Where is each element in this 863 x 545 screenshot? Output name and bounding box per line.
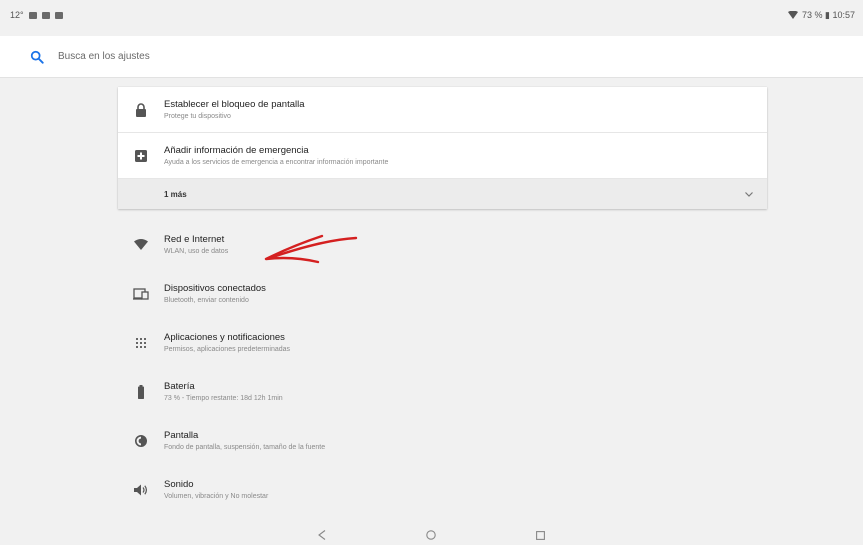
settings-item-title: Sonido — [164, 478, 194, 490]
search-icon — [30, 50, 44, 64]
suggestion-title: Añadir información de emergencia — [164, 144, 309, 156]
status-battery-time: 73 % ▮ 10:57 — [802, 9, 855, 20]
suggestion-summary: Protege tu dispositivo — [164, 112, 231, 120]
settings-item-summary: WLAN, uso de datos — [164, 247, 229, 255]
settings-item-title: Pantalla — [164, 429, 199, 441]
battery-icon — [138, 384, 144, 399]
settings-item-title: Batería — [164, 380, 195, 392]
suggestion-title: Establecer el bloqueo de pantalla — [164, 98, 305, 110]
wifi-icon — [134, 239, 148, 250]
suggestions-card: Establecer el bloqueo de pantalla Proteg… — [118, 87, 767, 209]
lock-icon — [136, 102, 146, 117]
connected-devices-icon — [133, 287, 149, 300]
settings-item-title: Red e Internet — [164, 233, 225, 245]
settings-item-summary: Volumen, vibración y No molestar — [164, 492, 269, 500]
back-icon[interactable] — [318, 530, 326, 540]
recents-icon[interactable] — [536, 530, 545, 540]
notification-icon — [41, 11, 50, 19]
settings-item-connected-devices[interactable]: Dispositivos conectados Bluetooth, envia… — [118, 269, 767, 318]
status-bar: 12° 73 % ▮ 10:57 — [0, 0, 863, 30]
chevron-down-icon — [745, 191, 753, 197]
status-bar-left: 12° — [10, 10, 63, 20]
apps-icon — [136, 337, 146, 348]
status-temperature: 12° — [10, 10, 24, 20]
notification-icon — [28, 11, 37, 19]
notification-icon — [54, 11, 63, 19]
settings-item-title: Aplicaciones y notificaciones — [164, 331, 285, 343]
settings-item-display[interactable]: Pantalla Fondo de pantalla, suspensión, … — [118, 416, 767, 465]
home-icon[interactable] — [426, 530, 436, 540]
settings-item-title: Dispositivos conectados — [164, 282, 266, 294]
sound-icon — [134, 484, 147, 495]
more-suggestions-button[interactable]: 1 más — [118, 179, 767, 209]
settings-item-apps[interactable]: Aplicaciones y notificaciones Permisos, … — [118, 318, 767, 367]
settings-item-network[interactable]: Red e Internet WLAN, uso de datos — [118, 220, 767, 269]
navigation-bar — [0, 525, 863, 545]
suggestion-screen-lock[interactable]: Establecer el bloqueo de pantalla Proteg… — [118, 87, 767, 133]
wifi-status-icon — [788, 11, 798, 19]
status-bar-right: 73 % ▮ 10:57 — [788, 10, 855, 21]
settings-item-summary: Bluetooth, enviar contenido — [164, 296, 249, 304]
settings-item-summary: 73 % - Tiempo restante: 18d 12h 1min — [164, 394, 283, 402]
more-suggestions-label: 1 más — [164, 189, 187, 199]
search-bar[interactable] — [0, 36, 863, 78]
settings-item-summary: Fondo de pantalla, suspensión, tamaño de… — [164, 443, 326, 451]
suggestion-summary: Ayuda a los servicios de emergencia a en… — [164, 158, 389, 166]
settings-item-battery[interactable]: Batería 73 % - Tiempo restante: 18d 12h … — [118, 367, 767, 416]
emergency-plus-icon — [135, 149, 147, 162]
annotation-arrow-icon — [264, 234, 358, 264]
suggestion-emergency-info[interactable]: Añadir información de emergencia Ayuda a… — [118, 133, 767, 179]
settings-list: Red e Internet WLAN, uso de datos Dispos… — [118, 220, 767, 514]
display-icon — [135, 434, 147, 447]
search-input[interactable] — [58, 51, 458, 62]
settings-item-summary: Permisos, aplicaciones predeterminadas — [164, 345, 291, 353]
settings-item-sound[interactable]: Sonido Volumen, vibración y No molestar — [118, 465, 767, 514]
